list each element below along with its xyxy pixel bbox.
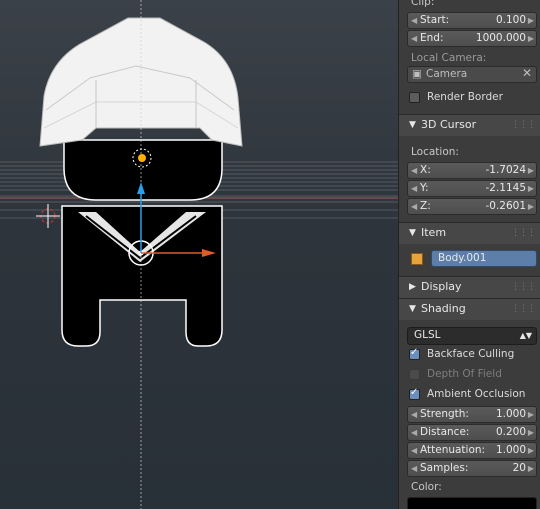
depth-of-field-label: Depth Of Field xyxy=(427,368,502,380)
properties-region: Clip: ◀ Start: 0.100 ▶ ◀ End: 1000.000 ▶… xyxy=(398,0,540,509)
close-icon[interactable]: ✕ xyxy=(522,66,532,81)
arrow-right-icon[interactable]: ▶ xyxy=(528,181,534,196)
arrow-right-icon[interactable]: ▶ xyxy=(528,13,534,28)
expanded-triangle-icon: ▼ xyxy=(409,228,416,238)
3d-cursor-icon[interactable] xyxy=(36,204,60,228)
expanded-triangle-icon: ▼ xyxy=(409,120,416,130)
ao-strength-field[interactable]: ◀ Strength: 1.000 ▶ xyxy=(407,406,537,423)
cursor-z-field[interactable]: ◀ Z: -0.2601 ▶ xyxy=(407,198,537,215)
arrow-left-icon[interactable]: ◀ xyxy=(411,425,417,440)
ao-attenuation-field[interactable]: ◀ Attenuation: 1.000 ▶ xyxy=(407,442,537,459)
local-camera-field[interactable]: ▣ Camera ✕ xyxy=(407,66,537,83)
panel-header-item[interactable]: ▼ Item ⋮⋮⋮ xyxy=(399,222,540,244)
arrow-right-icon[interactable]: ▶ xyxy=(528,461,534,476)
drag-handle-icon[interactable]: ⋮⋮⋮ xyxy=(511,115,536,135)
panel-header-display[interactable]: ▶ Display ⋮⋮⋮ xyxy=(399,276,540,298)
character-body[interactable] xyxy=(61,205,223,347)
arrow-right-icon[interactable]: ▶ xyxy=(528,199,534,214)
expanded-triangle-icon: ▼ xyxy=(409,304,416,314)
ao-samples-field[interactable]: ◀ Samples: 20 ▶ xyxy=(407,460,537,477)
3d-viewport[interactable] xyxy=(0,0,398,509)
object-name-field[interactable]: Body.001 xyxy=(431,250,537,267)
local-camera-label: Local Camera: xyxy=(411,52,487,64)
arrow-right-icon[interactable]: ▶ xyxy=(528,443,534,458)
arrow-right-icon[interactable]: ▶ xyxy=(528,425,534,440)
drag-handle-icon[interactable]: ⋮⋮⋮ xyxy=(511,223,536,243)
clip-end-field[interactable]: ◀ End: 1000.000 ▶ xyxy=(407,30,537,47)
location-label: Location: xyxy=(411,146,459,158)
arrow-left-icon[interactable]: ◀ xyxy=(411,407,417,422)
ambient-occlusion-checkbox[interactable] xyxy=(409,387,420,400)
collapsed-triangle-icon: ▶ xyxy=(409,282,416,292)
render-border-checkbox[interactable] xyxy=(409,92,420,103)
clip-start-field[interactable]: ◀ Start: 0.100 ▶ xyxy=(407,12,537,29)
arrow-left-icon[interactable]: ◀ xyxy=(411,13,417,28)
backface-culling-checkbox[interactable] xyxy=(409,347,420,360)
arrow-left-icon[interactable]: ◀ xyxy=(411,443,417,458)
viewport-scene[interactable] xyxy=(0,0,398,509)
panel-header-shading[interactable]: ▼ Shading ⋮⋮⋮ xyxy=(399,298,540,320)
dropdown-arrows-icon: ▲▼ xyxy=(519,331,532,340)
depth-of-field-checkbox[interactable] xyxy=(409,369,420,380)
arrow-right-icon[interactable]: ▶ xyxy=(528,407,534,422)
arrow-right-icon[interactable]: ▶ xyxy=(528,163,534,178)
mesh-object-icon xyxy=(411,253,423,265)
panel-header-3d-cursor[interactable]: ▼ 3D Cursor ⋮⋮⋮ xyxy=(399,114,540,136)
shading-mode-dropdown[interactable]: GLSL ▲▼ xyxy=(407,327,537,345)
ambient-occlusion-label: Ambient Occlusion xyxy=(427,388,526,400)
clip-label: Clip: xyxy=(411,0,435,8)
ao-distance-field[interactable]: ◀ Distance: 0.200 ▶ xyxy=(407,424,537,441)
cursor-y-field[interactable]: ◀ Y: -2.1145 ▶ xyxy=(407,180,537,197)
cursor-x-field[interactable]: ◀ X: -1.7024 ▶ xyxy=(407,162,537,179)
arrow-right-icon[interactable]: ▶ xyxy=(528,31,534,46)
arrow-left-icon[interactable]: ◀ xyxy=(411,181,417,196)
arrow-left-icon[interactable]: ◀ xyxy=(411,163,417,178)
camera-object-icon: ▣ xyxy=(412,68,422,80)
render-border-label: Render Border xyxy=(427,91,503,103)
drag-handle-icon[interactable]: ⋮⋮⋮ xyxy=(511,277,536,297)
backface-culling-label: Backface Culling xyxy=(427,348,515,360)
drag-handle-icon[interactable]: ⋮⋮⋮ xyxy=(511,299,536,319)
ao-color-swatch[interactable] xyxy=(407,497,537,509)
ao-color-label: Color: xyxy=(411,481,442,493)
arrow-left-icon[interactable]: ◀ xyxy=(411,461,417,476)
arrow-left-icon[interactable]: ◀ xyxy=(411,199,417,214)
arrow-left-icon[interactable]: ◀ xyxy=(411,31,417,46)
